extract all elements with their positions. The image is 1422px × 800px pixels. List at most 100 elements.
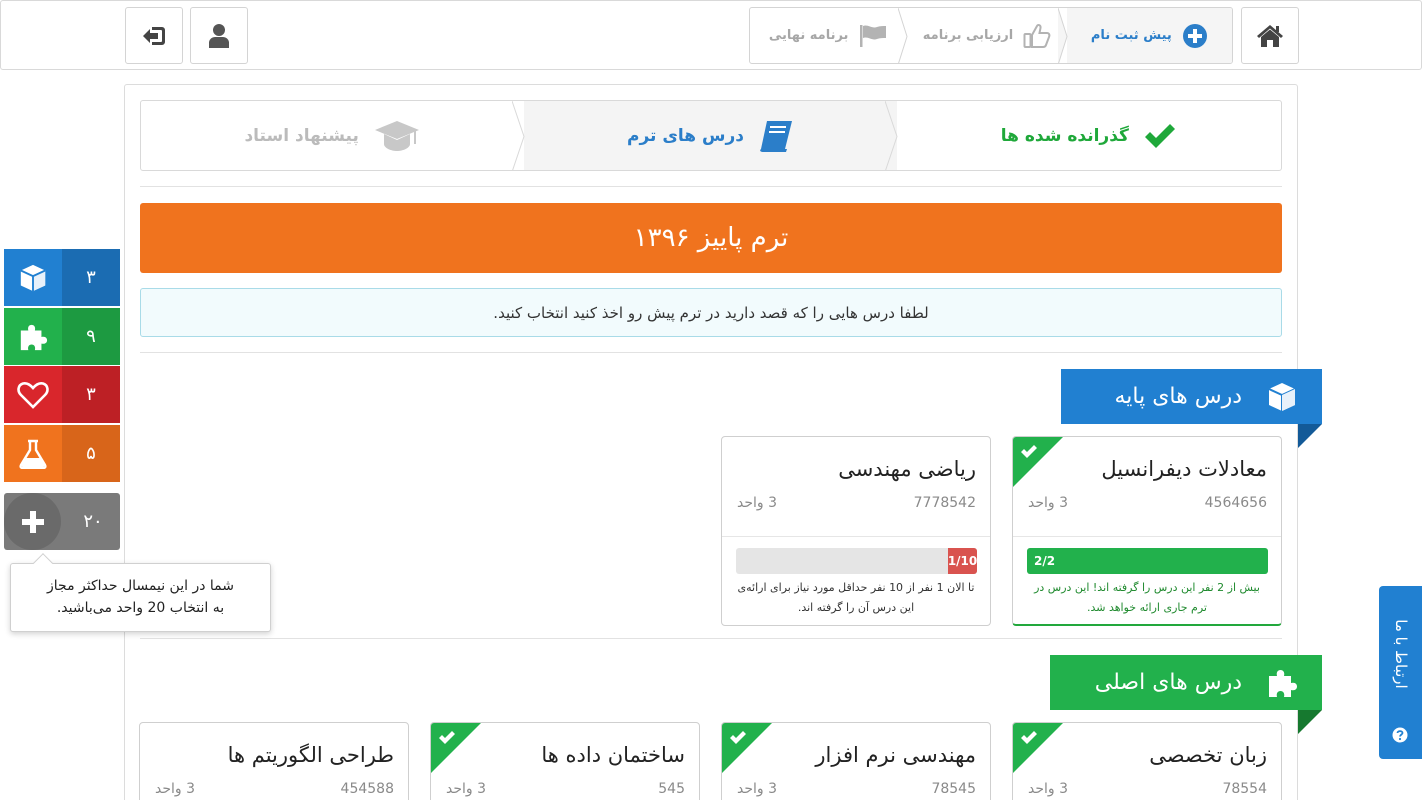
section-title: درس های پایه bbox=[1114, 384, 1242, 409]
flask-icon bbox=[19, 439, 47, 469]
step-professor-suggestion[interactable]: پیشنهاد استاد bbox=[141, 101, 525, 170]
counter-basic[interactable]: ۳ bbox=[4, 249, 120, 306]
section-title: درس های اصلی bbox=[1094, 670, 1242, 695]
selected-check-corner bbox=[1013, 437, 1063, 487]
course-note: تا الان 1 نفر از 10 نفر حداقل مورد نیاز … bbox=[737, 581, 975, 614]
home-button[interactable] bbox=[1241, 7, 1299, 64]
counter-icon-box bbox=[4, 366, 62, 423]
course-units: 3 واحد bbox=[1028, 495, 1069, 511]
selected-check-corner bbox=[1013, 723, 1063, 773]
course-name: ساختمان داده ها bbox=[541, 743, 685, 767]
logout-button[interactable] bbox=[125, 7, 183, 64]
course-code: 78545 bbox=[931, 781, 976, 797]
user-profile-button[interactable] bbox=[190, 7, 248, 64]
progress-fill: 2/2 bbox=[1027, 548, 1268, 574]
term-banner: ترم پاییز ۱۳۹۶ bbox=[140, 203, 1282, 273]
course-card[interactable]: طراحی الگوریتم ها 454588 3 واحد bbox=[139, 722, 409, 800]
course-card[interactable]: معادلات دیفرانسیل 4564656 3 واحد 2/2 بیش… bbox=[1012, 436, 1282, 626]
counter-optional[interactable]: ۳ bbox=[4, 366, 120, 423]
thumbs-up-icon bbox=[1023, 23, 1051, 48]
breadcrumb-label: برنامه نهایی bbox=[768, 28, 849, 43]
breadcrumb-separator bbox=[898, 8, 908, 63]
course-units: 3 واحد bbox=[737, 781, 778, 797]
counter-icon-box bbox=[4, 425, 62, 482]
counter-value: ۵ bbox=[62, 425, 120, 482]
course-name: ریاضی مهندسی bbox=[838, 457, 976, 481]
course-units: 3 واحد bbox=[1028, 781, 1069, 797]
home-icon bbox=[1257, 24, 1283, 47]
step-label: گذرانده شده ها bbox=[1000, 125, 1129, 146]
course-code: 78554 bbox=[1222, 781, 1267, 797]
max-units-tooltip: شما در این نیمسال حداکثر مجاز به انتخاب … bbox=[10, 553, 271, 632]
info-alert: لطفا درس هایی را که قصد دارید در ترم پیش… bbox=[140, 288, 1282, 337]
card-divider bbox=[1013, 536, 1281, 537]
logout-icon bbox=[143, 26, 165, 45]
card-divider bbox=[722, 536, 990, 537]
selected-check-corner bbox=[722, 723, 772, 773]
course-units: 3 واحد bbox=[737, 495, 778, 511]
graduation-cap-icon bbox=[374, 120, 419, 151]
selected-check-corner bbox=[431, 723, 481, 773]
section-ribbon-main: درس های اصلی bbox=[1050, 655, 1322, 734]
step-separator bbox=[884, 101, 898, 170]
course-name: مهندسی نرم افزار bbox=[815, 743, 976, 767]
step-label: درس های ترم bbox=[627, 125, 744, 146]
course-card[interactable]: مهندسی نرم افزار 78545 3 واحد bbox=[721, 722, 991, 800]
term-title: ترم پاییز ۱۳۹۶ bbox=[633, 223, 789, 253]
check-icon bbox=[1144, 123, 1175, 148]
add-button[interactable] bbox=[4, 493, 61, 550]
course-card[interactable]: زبان تخصصی 78554 3 واحد bbox=[1012, 722, 1282, 800]
capacity-label: 2/2 bbox=[1034, 554, 1056, 568]
contact-label: ارتباط با ما bbox=[1391, 619, 1410, 689]
breadcrumb-separator bbox=[1057, 8, 1068, 63]
step-passed-courses[interactable]: گذرانده شده ها bbox=[897, 101, 1281, 170]
course-code: 545 bbox=[658, 781, 685, 797]
divider bbox=[140, 186, 1282, 187]
total-units-counter[interactable]: ۲۰ bbox=[4, 493, 120, 550]
info-message: لطفا درس هایی را که قصد دارید در ترم پیش… bbox=[493, 303, 929, 322]
capacity-progress: 2/2 bbox=[1027, 548, 1268, 574]
breadcrumb-final-program[interactable]: برنامه نهایی bbox=[750, 8, 908, 63]
breadcrumb-evaluate-program[interactable]: ارزیابی برنامه bbox=[907, 8, 1068, 63]
course-card[interactable]: ریاضی مهندسی 7778542 3 واحد 1/10 تا الان… bbox=[721, 436, 991, 626]
ribbon-fold bbox=[1298, 710, 1322, 734]
course-code: 7778542 bbox=[913, 495, 976, 511]
course-code: 454588 bbox=[340, 781, 394, 797]
course-code: 4564656 bbox=[1204, 495, 1267, 511]
course-card[interactable]: ساختمان داده ها 545 3 واحد bbox=[430, 722, 700, 800]
contact-us-tab[interactable]: ارتباط با ما bbox=[1379, 586, 1422, 759]
breadcrumb-pre-registration[interactable]: پیش ثبت نام bbox=[1066, 8, 1232, 63]
tooltip-line-2: به انتخاب 20 واحد می‌باشید. bbox=[56, 600, 225, 616]
top-navbar: برنامه نهایی ارزیابی برنامه پیش ثبت نام bbox=[0, 0, 1422, 70]
step-separator bbox=[512, 101, 525, 170]
plus-icon bbox=[21, 510, 44, 533]
course-note: بیش از 2 نفر این درس را گرفته اند! این د… bbox=[1034, 581, 1260, 614]
breadcrumb-label: پیش ثبت نام bbox=[1090, 28, 1172, 43]
course-name: زبان تخصصی bbox=[1149, 743, 1267, 767]
user-icon bbox=[209, 23, 229, 48]
counter-value: ۹ bbox=[62, 308, 120, 365]
course-name: معادلات دیفرانسیل bbox=[1101, 457, 1267, 481]
plus-circle-icon bbox=[1182, 23, 1207, 48]
step-term-courses[interactable]: درس های ترم bbox=[524, 101, 898, 170]
counter-icon-box bbox=[4, 249, 62, 306]
flag-icon bbox=[860, 24, 887, 47]
counter-main[interactable]: ۹ bbox=[4, 308, 120, 365]
puzzle-icon bbox=[20, 324, 48, 350]
counter-icon-box bbox=[4, 308, 62, 365]
tooltip-line-1: شما در این نیمسال حداکثر مجاز bbox=[47, 578, 234, 594]
tooltip-arrow bbox=[33, 553, 53, 573]
section-ribbon-basic: درس های پایه bbox=[1061, 369, 1322, 448]
course-units: 3 واحد bbox=[155, 781, 196, 797]
total-count: ۲۰ bbox=[83, 511, 103, 532]
capacity-progress: 1/10 bbox=[736, 548, 977, 574]
course-name: طراحی الگوریتم ها bbox=[227, 743, 394, 767]
book-icon bbox=[760, 120, 792, 152]
counter-lab[interactable]: ۵ bbox=[4, 425, 120, 482]
heart-icon bbox=[17, 381, 49, 409]
course-units: 3 واحد bbox=[446, 781, 487, 797]
counter-value: ۳ bbox=[62, 249, 120, 306]
divider bbox=[140, 638, 1282, 639]
step-label: پیشنهاد استاد bbox=[244, 125, 359, 146]
question-icon bbox=[1392, 727, 1408, 743]
